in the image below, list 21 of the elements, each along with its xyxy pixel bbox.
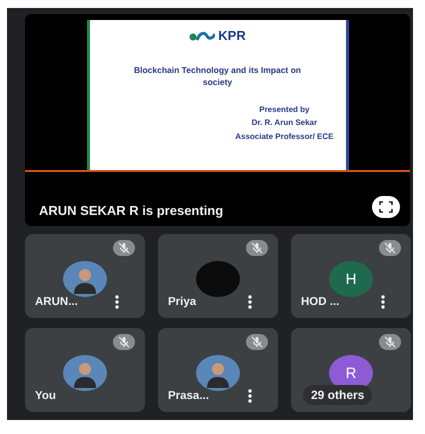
logo-icon [189, 30, 216, 42]
participant-name: HOD ... [301, 296, 340, 308]
presenter-line: Associate Professor/ ECE [235, 130, 334, 143]
participant-name: You [35, 390, 56, 402]
more-options-icon[interactable] [248, 389, 252, 403]
presenter-line: Dr. R. Arun Sekar [250, 117, 318, 130]
logo-text: KPR [218, 28, 246, 43]
participant-name: Priya [168, 296, 196, 308]
more-options-icon[interactable] [248, 295, 252, 309]
others-count[interactable]: 29 others [303, 385, 372, 405]
fullscreen-button[interactable] [372, 196, 400, 218]
presenter-line: Presented by [258, 104, 310, 116]
presenting-caption: ARUN SEKAR R is presenting [39, 203, 224, 218]
more-options-icon[interactable] [115, 295, 119, 309]
avatar-circle [196, 261, 240, 297]
avatar-initial: H [329, 261, 373, 297]
more-options-icon[interactable] [381, 295, 385, 309]
participant-name: ARUN... [35, 296, 78, 308]
slide-title: Blockchain Technology and its Impact on society [132, 65, 302, 89]
fullscreen-icon [379, 201, 393, 213]
participant-name: Prasa... [168, 390, 209, 402]
